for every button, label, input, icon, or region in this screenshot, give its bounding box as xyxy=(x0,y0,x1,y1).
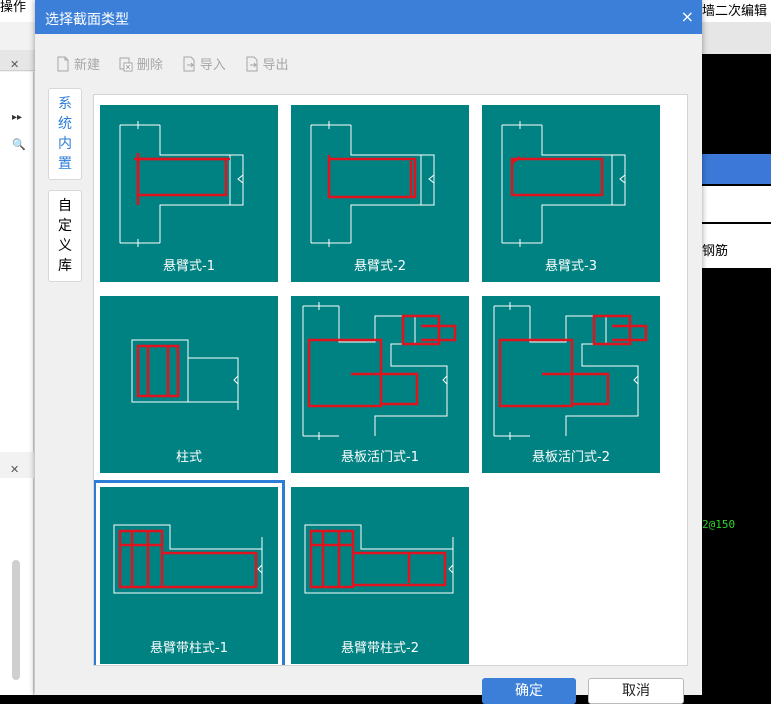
library-tabs: 系 统 内 置 自 定 义 库 xyxy=(48,88,82,292)
tab-custom-library[interactable]: 自 定 义 库 xyxy=(48,190,82,282)
hanging-slab-door-section-drawing xyxy=(493,302,648,440)
tab-builtin-char: 统 xyxy=(58,116,72,132)
section-tile[interactable]: 悬臂带柱式-2 xyxy=(285,481,475,665)
section-tile-selected[interactable]: 悬臂带柱式-1 xyxy=(94,480,285,665)
section-tile[interactable]: 悬臂式-2 xyxy=(285,99,475,289)
cancel-button[interactable]: 取消 xyxy=(588,678,684,704)
expand-icon[interactable]: ▸▸ xyxy=(12,112,22,123)
tab-custom-char: 定 xyxy=(58,218,72,234)
cantilever-with-column-drawing xyxy=(113,524,263,594)
dialog-toolbar: 新建 删除 导入 导出 xyxy=(55,54,303,78)
section-gallery: 悬臂式-1 悬臂式-2 悬臂式-3 柱式 悬板活门式-1 悬板活门式-2 悬臂带… xyxy=(93,94,688,666)
new-button[interactable]: 新建 xyxy=(55,54,100,73)
background-right-pane: 墙二次编辑 钢筋 2@150 xyxy=(702,0,771,695)
import-icon xyxy=(183,56,195,71)
new-button-label: 新建 xyxy=(74,58,101,73)
background-menubar: 操作 xyxy=(0,0,35,22)
cad-annotation-text: 2@150 xyxy=(702,518,736,531)
import-button[interactable]: 导入 xyxy=(181,54,226,73)
background-menubar: 墙二次编辑 xyxy=(702,0,771,22)
export-button[interactable]: 导出 xyxy=(244,54,289,73)
rebar-label: 钢筋 xyxy=(702,244,729,259)
dialog-footer: 确定 取消 xyxy=(35,672,702,704)
delete-icon xyxy=(119,57,133,71)
tab-custom-char: 库 xyxy=(58,258,72,274)
background-field[interactable]: 钢筋 xyxy=(702,224,771,268)
background-header-bar xyxy=(702,154,771,184)
menu-item-operation[interactable]: 操作 xyxy=(0,0,26,16)
section-card: 柱式 xyxy=(100,296,278,473)
section-type-dialog: 选择截面类型 × 新建 删除 导入 导出 系 统 内 置 自 定 义 库 悬臂式… xyxy=(35,0,702,704)
tab-builtin-char: 内 xyxy=(58,136,72,152)
tab-custom-char: 自 xyxy=(58,198,72,214)
dialog-title: 选择截面类型 xyxy=(45,12,129,28)
section-label: 悬臂式-3 xyxy=(545,259,597,274)
delete-button-label: 删除 xyxy=(136,58,163,73)
section-label: 悬臂带柱式-1 xyxy=(150,641,228,656)
background-left-pane: 操作 ✕ ▸▸ 🔍 ✕ xyxy=(0,0,35,695)
section-card: 悬臂式-1 xyxy=(100,105,278,282)
section-tile[interactable]: 悬板活门式-1 xyxy=(285,290,475,480)
background-panel: ▸▸ 🔍 xyxy=(0,72,34,452)
column-section-drawing xyxy=(131,339,239,410)
tab-builtin-char: 系 xyxy=(58,96,72,112)
background-scrollbar[interactable] xyxy=(12,560,20,680)
cantilever-with-column-drawing xyxy=(304,524,454,594)
tab-builtin[interactable]: 系 统 内 置 xyxy=(48,88,82,180)
section-card: 悬臂带柱式-1 xyxy=(100,487,278,664)
section-card: 悬板活门式-2 xyxy=(482,296,660,473)
section-tile[interactable]: 悬臂式-3 xyxy=(476,99,666,289)
tab-custom-char: 义 xyxy=(58,238,72,254)
export-button-label: 导出 xyxy=(262,58,289,73)
menu-item-wall-edit[interactable]: 墙二次编辑 xyxy=(702,0,767,19)
background-field[interactable] xyxy=(702,186,771,222)
new-file-icon xyxy=(57,56,69,71)
delete-button[interactable]: 删除 xyxy=(118,54,163,73)
ok-button[interactable]: 确定 xyxy=(482,678,576,704)
panel-close-icon[interactable]: ✕ xyxy=(10,58,19,71)
section-card: 悬臂式-3 xyxy=(482,105,660,282)
close-icon[interactable]: × xyxy=(681,7,694,26)
export-icon xyxy=(246,56,258,71)
hanging-slab-door-section-drawing xyxy=(302,302,457,440)
section-label: 悬板活门式-2 xyxy=(532,450,610,465)
section-label: 悬臂式-2 xyxy=(354,259,406,274)
tab-builtin-char: 置 xyxy=(58,156,72,172)
section-card: 悬板活门式-1 xyxy=(291,296,469,473)
section-label: 悬臂式-1 xyxy=(163,259,215,274)
section-card: 悬臂式-2 xyxy=(291,105,469,282)
import-button-label: 导入 xyxy=(199,58,226,73)
background-toolbar-strip xyxy=(702,22,771,54)
cantilever-section-drawing xyxy=(501,121,626,247)
section-tile[interactable]: 柱式 xyxy=(94,290,284,480)
cantilever-section-drawing xyxy=(310,121,435,247)
cantilever-section-drawing xyxy=(119,121,244,247)
section-label: 悬板活门式-1 xyxy=(341,450,419,465)
section-label: 悬臂带柱式-2 xyxy=(341,641,419,656)
section-label: 柱式 xyxy=(175,450,202,465)
search-icon[interactable]: 🔍 xyxy=(12,138,26,151)
dialog-titlebar[interactable]: 选择截面类型 × xyxy=(35,0,702,34)
section-tile[interactable]: 悬板活门式-2 xyxy=(476,290,666,480)
panel-close-icon[interactable]: ✕ xyxy=(10,463,19,476)
section-tile[interactable]: 悬臂式-1 xyxy=(94,99,284,289)
section-card: 悬臂带柱式-2 xyxy=(291,487,469,664)
